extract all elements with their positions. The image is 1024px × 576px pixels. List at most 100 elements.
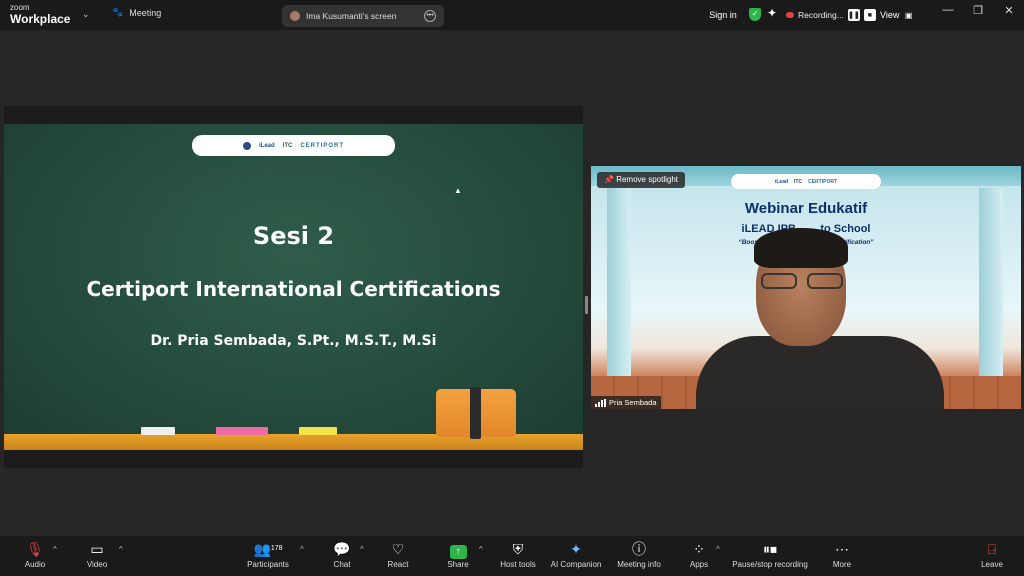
participants-options-chevron-icon[interactable]: ^ (300, 545, 304, 554)
recording-label: Recording... (798, 10, 844, 20)
eraser (436, 387, 516, 439)
host-tools-button[interactable]: ⛨ Host tools (497, 540, 539, 569)
video-label: Video (86, 560, 108, 569)
ai-companion-button[interactable]: ✦ AI Companion (548, 540, 604, 569)
microphone-muted-icon: 🎙 (26, 541, 44, 557)
ai-companion-sparkle-icon: ✦ (570, 541, 582, 557)
ipb-logo-icon (242, 141, 251, 150)
participants-count: 178 (270, 545, 283, 552)
host-tools-label: Host tools (500, 560, 536, 569)
audio-button[interactable]: 🎙 Audio (20, 540, 50, 569)
pause-stop-recording-label: Pause/stop recording (732, 560, 808, 569)
chat-button[interactable]: 💬 Chat (328, 540, 356, 569)
more-dots-icon: ⋯ (835, 541, 849, 557)
share-arrow-icon: ↑ (449, 545, 467, 559)
meeting-tab-label: Meeting (129, 7, 162, 18)
close-icon[interactable]: ✕ (994, 4, 1024, 17)
leave-icon: ⍈ (987, 541, 997, 557)
white-chalk (141, 427, 175, 435)
more-label: More (832, 560, 852, 569)
audio-label: Audio (24, 560, 46, 569)
heart-icon: ♡ (391, 541, 405, 557)
react-label: React (387, 560, 409, 569)
avatar-icon (290, 11, 300, 21)
apps-grid-icon: ⁘ (693, 541, 705, 557)
ai-sparkle-icon[interactable]: ✦ (767, 6, 777, 20)
video-button[interactable]: ▭ Video (82, 540, 112, 569)
share-options-chevron-icon[interactable]: ^ (479, 545, 483, 554)
glasses (761, 273, 845, 289)
pause-stop-recording-button[interactable]: ⏸⏹ Pause/stop recording (730, 540, 810, 569)
paw-icon: 🐾 (112, 7, 124, 17)
brand-small-text: zoom (10, 3, 30, 12)
meeting-info-button[interactable]: ⓘ Meeting info (614, 540, 664, 569)
remove-spotlight-button[interactable]: 📌 Remove spotlight (597, 172, 686, 188)
split-view-handle[interactable] (585, 296, 588, 314)
minimize-icon[interactable]: — (933, 4, 963, 16)
mouse-cursor-icon: ▲ (454, 186, 462, 195)
app-brand[interactable]: zoom Workplace (10, 3, 71, 26)
meeting-tab[interactable]: 🐾 Meeting (112, 7, 161, 18)
participant-name-tag: Pria Sembada (591, 396, 661, 409)
apps-button[interactable]: ⁘ Apps (685, 540, 713, 569)
chat-bubble-icon: 💬 (333, 541, 351, 557)
remove-spotlight-label: Remove spotlight (616, 175, 679, 184)
yellow-chalk (299, 427, 337, 435)
participants-button[interactable]: 👥178 Participants (245, 540, 291, 569)
ilead-logo: iLead (258, 142, 275, 149)
participant-hair (754, 228, 848, 268)
apps-options-chevron-icon[interactable]: ^ (716, 545, 720, 554)
leave-label: Leave (981, 560, 1003, 569)
share-button[interactable]: ↑ Share (443, 540, 473, 569)
screen-share-tab[interactable]: Ima Kusumanti's screen ••• (282, 5, 444, 27)
pause-icon[interactable]: ❚❚ (847, 9, 860, 21)
pin-icon: 📌 (604, 175, 614, 184)
video-options-chevron-icon[interactable]: ^ (119, 545, 123, 554)
view-label: View (880, 10, 900, 20)
participants-label: Participants (247, 560, 289, 569)
signal-bars-icon (595, 398, 606, 407)
title-bar: zoom Workplace ⌄ 🐾 Meeting Ima Kusumanti… (0, 0, 1024, 30)
sign-in-button[interactable]: Sign in (704, 5, 742, 25)
react-button[interactable]: ♡ React (384, 540, 412, 569)
slide-presenter: Dr. Pria Sembada, S.Pt., M.S.T., M.Si (150, 333, 437, 349)
shield-icon[interactable]: ✓ (749, 8, 761, 21)
participant-video-tile[interactable]: iLead ITC CERTIPORT Webinar Edukatif iLE… (591, 166, 1021, 409)
pause-stop-recording-icon: ⏸⏹ (763, 541, 777, 557)
leave-button[interactable]: ⍈ Leave (978, 540, 1006, 569)
restore-icon[interactable]: ❐ (963, 4, 993, 17)
more-button[interactable]: ⋯ More (829, 540, 855, 569)
participants-icon: 👥178 (253, 541, 283, 557)
screen-tab-label: Ima Kusumanti's screen (306, 11, 397, 21)
chat-options-chevron-icon[interactable]: ^ (360, 545, 364, 554)
slide-title: Sesi 2 (252, 222, 335, 250)
apps-label: Apps (689, 560, 709, 569)
chat-label: Chat (333, 560, 351, 569)
slide-chalkboard: iLead ITC CERTIPORT Sesi 2 Certiport Int… (4, 124, 583, 450)
ai-companion-label: AI Companion (550, 560, 602, 569)
brand-main-text: Workplace (10, 12, 71, 26)
info-icon: ⓘ (632, 541, 646, 557)
bg-itc-logo: ITC (794, 178, 803, 185)
meeting-toolbar: 🎙 Audio ^ ▭ Video ^ 👥178 Participants ^ … (0, 536, 1024, 576)
bg-ilead-logo: iLead (774, 178, 789, 185)
recording-indicator[interactable]: Recording... ❚❚ ■ (786, 5, 876, 25)
pink-chalk (216, 427, 268, 435)
view-button[interactable]: View ▣ (880, 5, 912, 25)
chevron-down-icon[interactable]: ⌄ (82, 9, 90, 20)
participant-body (696, 336, 944, 409)
slide-subtitle: Certiport International Certifications (86, 277, 501, 301)
view-layout-icon: ▣ (904, 11, 913, 20)
audio-options-chevron-icon[interactable]: ^ (53, 545, 57, 554)
share-icon-wrapper: ↑ (443, 540, 473, 559)
more-options-icon[interactable]: ••• (424, 10, 436, 22)
participant-name: Pria Sembada (609, 398, 657, 407)
host-shield-icon: ⛨ (512, 541, 524, 557)
share-label: Share (447, 560, 469, 569)
background-logo-bar: iLead ITC CERTIPORT (731, 174, 881, 189)
cloud-record-icon (786, 12, 794, 18)
stop-icon[interactable]: ■ (863, 9, 876, 21)
itc-logo: ITC (282, 142, 293, 149)
shared-screen-view[interactable]: iLead ITC CERTIPORT Sesi 2 Certiport Int… (4, 106, 583, 468)
certiport-logo: CERTIPORT (300, 142, 344, 149)
